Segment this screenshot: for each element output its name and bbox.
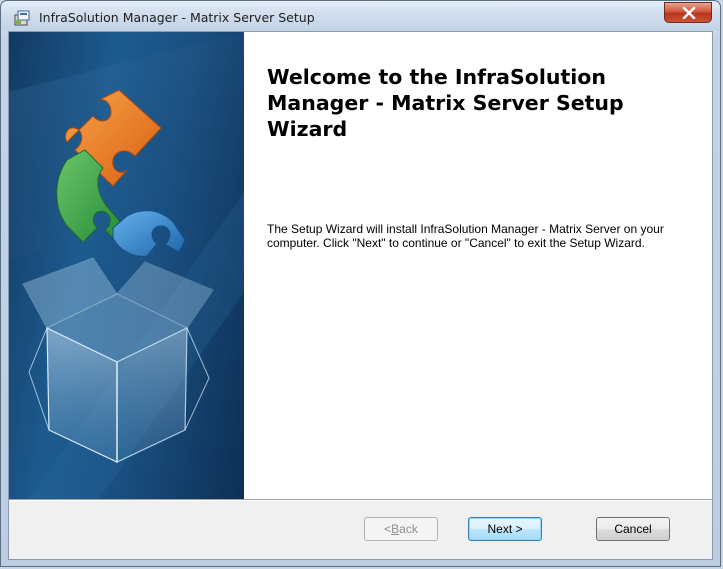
setup-window: InfraSolution Manager - Matrix Server Se… — [0, 0, 721, 567]
back-button[interactable]: < Back — [364, 517, 438, 541]
cancel-button[interactable]: Cancel — [596, 517, 670, 541]
title-bar[interactable]: InfraSolution Manager - Matrix Server Se… — [1, 1, 720, 31]
back-button-mnemonic: B — [391, 522, 400, 536]
back-button-rest: ack — [399, 522, 418, 536]
wizard-footer: < Back Next > Cancel — [9, 501, 712, 559]
installer-package-icon — [13, 9, 31, 27]
close-button[interactable] — [664, 2, 712, 23]
welcome-heading: Welcome to the InfraSolution Manager - M… — [267, 65, 624, 141]
next-button[interactable]: Next > — [468, 517, 542, 541]
welcome-description: The Setup Wizard will install InfraSolut… — [267, 222, 664, 250]
window-title: InfraSolution Manager - Matrix Server Se… — [39, 10, 315, 25]
puzzle-piece-box-illustration — [9, 32, 244, 499]
back-button-prefix: < — [384, 522, 392, 536]
wizard-client-area: Welcome to the InfraSolution Manager - M… — [8, 31, 713, 560]
wizard-banner — [9, 32, 244, 499]
wizard-content: Welcome to the InfraSolution Manager - M… — [244, 32, 712, 499]
close-x-icon — [682, 7, 696, 19]
